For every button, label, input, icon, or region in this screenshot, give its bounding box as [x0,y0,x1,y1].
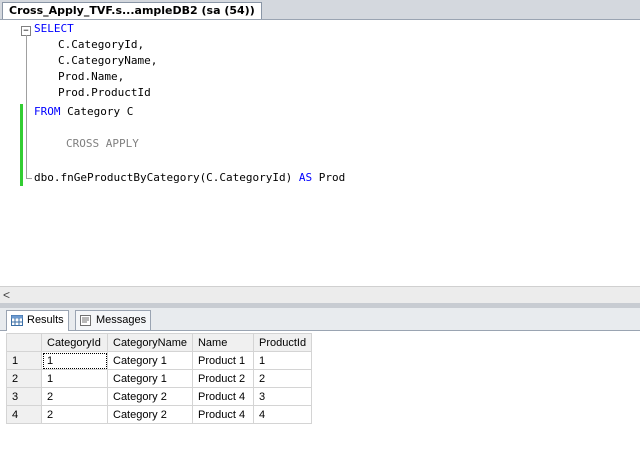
cell-categoryid[interactable]: 1 [41,369,108,388]
code-line-categoryname: C.CategoryName, [58,54,158,67]
cell-categoryname[interactable]: Category 2 [107,405,193,424]
grid-corner-header[interactable] [6,333,42,352]
code-line-categoryid: C.CategoryId, [58,38,145,51]
cell-name[interactable]: Product 4 [191,405,254,424]
column-header-categoryid[interactable]: CategoryId [41,333,108,352]
change-tracking-bar [20,104,23,186]
grid-icon [11,315,23,326]
code-line-prodname: Prod.Name, [58,70,125,83]
code-line-productid: Prod.ProductId [58,86,151,99]
cell-productid[interactable]: 4 [252,405,313,424]
messages-icon [80,315,91,326]
tab-results-label: Results [27,314,64,326]
cell-productid[interactable]: 3 [252,387,313,406]
column-header-productid[interactable]: ProductId [252,333,313,352]
tab-messages[interactable]: Messages [75,310,152,330]
row-number[interactable]: 4 [6,405,42,424]
cell-productid[interactable]: 1 [252,351,313,370]
tab-messages-label: Messages [96,314,147,326]
cell-categoryname[interactable]: Category 1 [107,351,193,370]
cell-categoryname[interactable]: Category 2 [107,387,193,406]
grid-header-row: CategoryId CategoryName Name ProductId [6,333,313,352]
cell-name[interactable]: Product 1 [191,351,254,370]
cell-productid[interactable]: 2 [252,369,313,388]
result-tabs-bar: Results Messages [0,308,640,331]
code-line-cross-apply: CROSS APPLY [66,137,139,150]
column-header-name[interactable]: Name [191,333,254,352]
fold-guide-end [26,178,32,179]
code-line-select: SELECT [34,22,74,35]
horizontal-scrollbar[interactable]: < [0,286,640,304]
column-header-categoryname[interactable]: CategoryName [107,333,193,352]
table-row[interactable]: 4 2 Category 2 Product 4 4 [6,405,313,424]
fold-guide-line [26,35,27,178]
query-document-tab[interactable]: Cross_Apply_TVF.s...ampleDB2 (sa (54)) [2,2,262,19]
document-tab-strip: Cross_Apply_TVF.s...ampleDB2 (sa (54)) [0,0,640,20]
cell-name[interactable]: Product 4 [191,387,254,406]
tab-results[interactable]: Results [6,310,69,331]
row-number[interactable]: 2 [6,369,42,388]
scroll-left-icon[interactable]: < [3,288,10,303]
results-grid-pane[interactable]: CategoryId CategoryName Name ProductId 1… [0,331,640,471]
code-line-from: FROM Category C [34,105,134,118]
cell-categoryid[interactable]: 2 [41,387,108,406]
table-row[interactable]: 2 1 Category 1 Product 2 2 [6,369,313,388]
query-editor[interactable]: − SELECT C.CategoryId, C.CategoryName, P… [0,20,640,286]
cell-name[interactable]: Product 2 [191,369,254,388]
code-line-function-call: dbo.fnGeProductByCategory(C.CategoryId) … [34,171,346,184]
cell-categoryid[interactable]: 1 [41,351,108,370]
cell-categoryid[interactable]: 2 [41,405,108,424]
code-area[interactable]: − SELECT C.CategoryId, C.CategoryName, P… [0,20,640,286]
results-grid[interactable]: CategoryId CategoryName Name ProductId 1… [6,333,313,424]
row-number[interactable]: 3 [6,387,42,406]
cell-categoryname[interactable]: Category 1 [107,369,193,388]
table-row[interactable]: 1 1 Category 1 Product 1 1 [6,351,313,370]
row-number[interactable]: 1 [6,351,42,370]
table-row[interactable]: 3 2 Category 2 Product 4 3 [6,387,313,406]
